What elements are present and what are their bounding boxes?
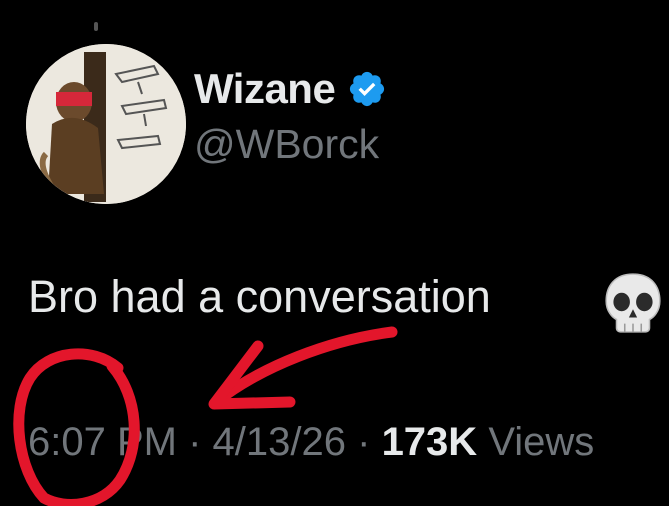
author-handle[interactable]: @WBorck xyxy=(194,124,379,165)
tweet-meta-row: 6:07 PM · 4/13/26 · 173K Views xyxy=(28,420,594,464)
skull-emoji-icon xyxy=(600,270,666,336)
views-label: Views xyxy=(488,420,595,464)
tweet-date[interactable]: 4/13/26 xyxy=(213,420,346,464)
tweet-text: Bro had a conversation xyxy=(28,271,491,322)
meta-separator: · xyxy=(188,420,213,464)
views-count[interactable]: 173K xyxy=(382,420,478,464)
tweet-time[interactable]: 6:07 PM xyxy=(28,420,177,464)
meta-separator: · xyxy=(357,420,382,464)
avatar[interactable] xyxy=(26,44,186,204)
top-indicator-dot xyxy=(94,22,98,31)
author-display-name[interactable]: Wizane xyxy=(194,68,336,110)
author-name-row[interactable]: Wizane xyxy=(194,62,387,116)
verified-badge-icon xyxy=(347,69,387,109)
red-arrow-annotation xyxy=(210,326,398,408)
red-arrow-head-annotation xyxy=(208,340,296,410)
avatar-illustration-icon xyxy=(26,44,186,204)
